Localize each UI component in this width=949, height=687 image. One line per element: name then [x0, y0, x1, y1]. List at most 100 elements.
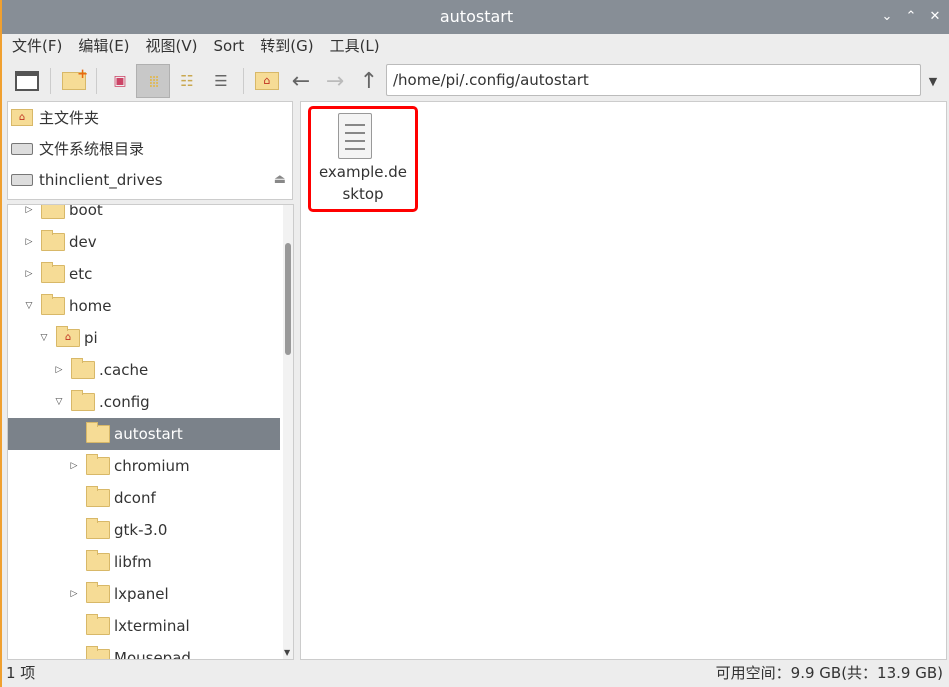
back-arrow-icon: ←: [291, 68, 311, 94]
tree-item[interactable]: ▽ ⌂ pi: [8, 322, 280, 354]
tree-item[interactable]: Mousepad: [8, 642, 280, 659]
menu-tools[interactable]: 工具(L): [320, 34, 386, 60]
home-icon: ⌂: [255, 72, 279, 90]
collapse-arrow-icon[interactable]: ▽: [53, 397, 65, 407]
new-folder-icon: +: [62, 67, 88, 90]
tree-item-label: boot: [69, 204, 103, 219]
list-view-button[interactable]: ☰: [206, 66, 236, 96]
menu-go[interactable]: 转到(G): [250, 34, 319, 60]
back-button[interactable]: ←: [286, 66, 316, 96]
expand-arrow-icon[interactable]: ▷: [68, 461, 80, 471]
tree-item[interactable]: ▽ home: [8, 290, 280, 322]
menu-file[interactable]: 文件(F): [2, 34, 68, 60]
tree-item[interactable]: ▷ chromium: [8, 450, 280, 482]
file-name: sktop: [342, 185, 384, 203]
thumbnail-view-button[interactable]: ▣: [105, 66, 135, 96]
collapse-arrow-icon[interactable]: ▽: [23, 301, 35, 311]
folder-icon: [71, 358, 95, 379]
folder-icon: [86, 614, 110, 635]
toolbar: + ▣ ⁞⁞⁞ ☷ ☰ ⌂ ← → ↑ /home/pi/.config/aut…: [2, 62, 949, 100]
tree-item[interactable]: libfm: [8, 546, 280, 578]
place-label: 主文件夹: [39, 109, 100, 127]
up-button[interactable]: ↑: [354, 66, 384, 96]
folder-icon: [86, 486, 110, 507]
icon-view-button[interactable]: ⁞⁞⁞: [136, 64, 170, 98]
tree-item[interactable]: ▽ .config: [8, 386, 280, 418]
forward-button[interactable]: →: [320, 66, 350, 96]
address-bar[interactable]: /home/pi/.config/autostart: [386, 64, 921, 96]
tree-item-label: lxterminal: [114, 617, 190, 635]
dropdown-arrow-icon: ▼: [928, 74, 938, 88]
close-button[interactable]: ✕: [924, 0, 946, 34]
collapse-arrow-icon[interactable]: ▽: [38, 333, 50, 343]
drive-icon: [11, 173, 33, 186]
place-label: 文件系统根目录: [39, 140, 145, 158]
folder-icon: [41, 230, 65, 251]
tree-item-label: .config: [99, 393, 150, 411]
icon-view-icon: ⁞⁞⁞: [148, 71, 159, 91]
tree-item[interactable]: autostart: [8, 418, 280, 450]
home-icon: ⌂: [11, 109, 33, 126]
tree-item-label: pi: [84, 329, 98, 347]
forward-arrow-icon: →: [325, 68, 345, 94]
compact-view-button[interactable]: ☷: [172, 66, 202, 96]
new-folder-button[interactable]: +: [59, 66, 89, 96]
drive-icon: [11, 142, 33, 155]
tree-item-label: .cache: [99, 361, 149, 379]
tree-item-label: libfm: [114, 553, 152, 571]
title-bar: autostart: [2, 0, 949, 34]
up-arrow-icon: ↑: [359, 68, 379, 94]
expand-arrow-icon[interactable]: ▷: [23, 237, 35, 247]
text-file-icon: [338, 113, 372, 159]
menu-view[interactable]: 视图(V): [136, 34, 204, 60]
minimize-button[interactable]: ⌄: [876, 0, 898, 34]
tree-item[interactable]: dconf: [8, 482, 280, 514]
tree-scrollbar[interactable]: ▼: [283, 205, 293, 659]
folder-icon: [86, 422, 110, 443]
place-label: thinclient_drives: [39, 170, 163, 189]
folder-icon: [41, 205, 65, 219]
expand-arrow-icon[interactable]: ▷: [23, 205, 35, 215]
eject-icon[interactable]: ⏏: [274, 172, 286, 187]
tree-item-label: dconf: [114, 489, 156, 507]
new-window-button[interactable]: [12, 66, 42, 96]
expand-arrow-icon[interactable]: ▷: [23, 269, 35, 279]
menu-edit[interactable]: 编辑(E): [68, 34, 135, 60]
menu-bar: 文件(F) 编辑(E) 视图(V) Sort 转到(G) 工具(L): [2, 34, 386, 60]
address-history-dropdown[interactable]: ▼: [918, 66, 948, 96]
home-button[interactable]: ⌂: [252, 66, 282, 96]
place-home[interactable]: ⌂ 主文件夹: [8, 102, 292, 133]
expand-arrow-icon[interactable]: ▷: [68, 589, 80, 599]
free-space: 可用空间：9.9 GB(共：13.9 GB): [715, 664, 943, 682]
place-thinclient-drives[interactable]: thinclient_drives ⏏: [8, 164, 292, 195]
tree-item-label: autostart: [114, 425, 183, 443]
tree-item[interactable]: ▷ boot: [8, 204, 280, 226]
folder-icon: [86, 646, 110, 659]
tree-item-label: dev: [69, 233, 97, 251]
tree-item-label: etc: [69, 265, 93, 283]
folder-icon: [86, 518, 110, 539]
folder-icon: [86, 582, 110, 603]
folder-icon: [71, 390, 95, 411]
maximize-button[interactable]: ⌃: [900, 0, 922, 34]
scrollbar-thumb[interactable]: [285, 243, 291, 355]
file-item[interactable]: example.de sktop: [308, 106, 418, 212]
expand-arrow-icon[interactable]: ▷: [53, 365, 65, 375]
menu-sort[interactable]: Sort: [204, 34, 251, 60]
tree-item[interactable]: ▷ lxpanel: [8, 578, 280, 610]
list-view-icon: ☰: [214, 72, 228, 90]
folder-icon: [41, 294, 65, 315]
folder-icon: [86, 454, 110, 475]
tree-item[interactable]: gtk-3.0: [8, 514, 280, 546]
file-view: example.de sktop: [300, 101, 947, 660]
tree-item-label: home: [69, 297, 112, 315]
place-root[interactable]: 文件系统根目录: [8, 133, 292, 164]
tree-item[interactable]: lxterminal: [8, 610, 280, 642]
tree-item[interactable]: ▷ etc: [8, 258, 280, 290]
tree-item-label: lxpanel: [114, 585, 169, 603]
tree-item[interactable]: ▷ dev: [8, 226, 280, 258]
item-count: 1 项: [6, 664, 36, 682]
compact-view-icon: ☷: [180, 72, 194, 90]
tree-item[interactable]: ▷ .cache: [8, 354, 280, 386]
window-title: autostart: [439, 7, 514, 26]
